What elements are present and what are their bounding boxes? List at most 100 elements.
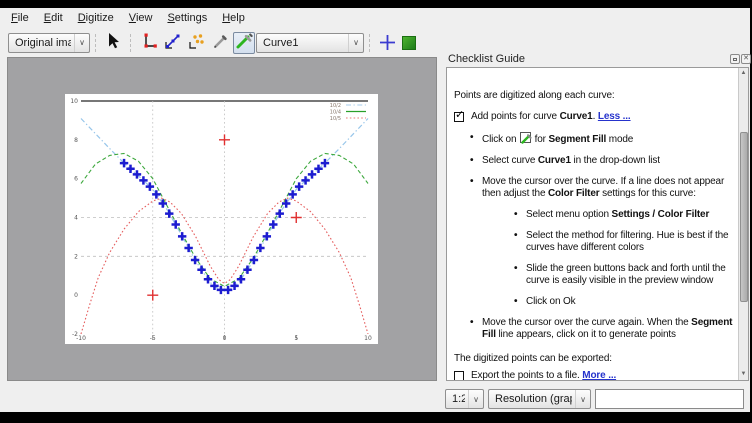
less-link[interactable]: Less ... <box>598 111 631 122</box>
chevron-down-icon: ∨ <box>348 34 363 52</box>
bullet: • <box>470 155 473 167</box>
y-tick-label: 0 <box>74 292 78 299</box>
chevron-down-icon: ∨ <box>575 390 590 408</box>
plot: 1086420-2-10-5051010/210/410/5 <box>65 94 378 344</box>
check-mark-icon: ✓ <box>455 109 464 121</box>
menu-file[interactable]: File <box>5 10 35 26</box>
checklist-item: •Select the method for filtering. Hue is… <box>454 230 733 254</box>
curve-points-icon <box>163 32 181 53</box>
bullet: • <box>470 317 473 329</box>
axis-points-icon <box>139 32 157 53</box>
point-match-icon <box>187 32 205 53</box>
resolution-select-value: Resolution (graph): <box>495 393 572 405</box>
more-link[interactable]: More ... <box>582 370 616 381</box>
digitized-point-marker <box>243 266 251 274</box>
x-tick-label: 5 <box>294 335 298 342</box>
digitized-point-marker <box>191 256 199 264</box>
bullet: • <box>514 263 517 275</box>
axis-point-tool-button[interactable] <box>137 32 159 54</box>
zoom-select[interactable]: 1:2 ∨ <box>445 389 484 409</box>
checklist-content: Points are digitized along each curve: ✓ A… <box>447 68 739 381</box>
toolbar-separator <box>369 34 370 52</box>
checklist-item: •Move the cursor over the curve. If a li… <box>454 176 733 200</box>
checklist-text: The digitized points can be exported: <box>454 353 612 364</box>
checklist-text: Settings / Color Filter <box>612 209 710 220</box>
bullet: • <box>470 176 473 188</box>
crosshair-icon <box>377 33 397 53</box>
checklist-text: Click on <box>482 134 519 145</box>
curve-select[interactable]: Curve1 ∨ <box>256 33 364 53</box>
checklist-item: Export the points to a file. More ... <box>454 370 733 381</box>
chevron-down-icon: ∨ <box>468 390 483 408</box>
checklist-item: The digitized points can be exported: <box>454 353 733 365</box>
checklist-item: ✓Add points for curve Curve1. Less ... <box>454 111 733 123</box>
y-tick-label: 6 <box>74 176 78 183</box>
segment-fill-icon <box>235 32 253 53</box>
scrollbar[interactable]: ▲ ▼ <box>738 68 748 380</box>
legend-label: 10/4 <box>330 110 341 116</box>
y-tick-label: 10 <box>70 98 78 105</box>
axis-point-marker <box>219 134 230 145</box>
checklist-text: Curve1 <box>560 111 593 122</box>
menu-settings[interactable]: Settings <box>161 10 213 26</box>
digitized-point-marker <box>288 190 296 198</box>
checkbox-checked[interactable]: ✓ <box>454 112 464 122</box>
color-picker-icon <box>211 32 229 53</box>
panel-title-bar: Checklist Guide ✕ <box>443 53 750 67</box>
checklist-text: for <box>532 134 548 145</box>
legend-label: 10/2 <box>330 103 341 109</box>
scroll-down-button[interactable]: ▼ <box>739 369 748 380</box>
cursor-arrow-icon <box>104 32 122 53</box>
checkbox-unchecked[interactable] <box>454 371 464 381</box>
checklist-text: Segment Fill <box>548 134 606 145</box>
graph-canvas[interactable]: 1086420-2-10-5051010/210/410/5 <box>7 57 437 381</box>
close-panel-button[interactable]: ✕ <box>741 54 751 64</box>
menu-view[interactable]: View <box>123 10 159 26</box>
y-tick-label: 4 <box>74 215 78 222</box>
segment-fill-tool-button[interactable] <box>233 32 255 54</box>
curve-point-tool-button[interactable] <box>161 32 183 54</box>
checklist-item: •Select menu option Settings / Color Fil… <box>454 209 733 221</box>
menu-edit[interactable]: Edit <box>38 10 69 26</box>
digitized-point-marker <box>237 275 245 283</box>
scroll-up-button[interactable]: ▲ <box>739 68 748 79</box>
checklist-text: Add points for curve <box>471 111 560 122</box>
digitized-point-marker <box>204 275 212 283</box>
menu-digitize[interactable]: Digitize <box>72 10 120 26</box>
digitized-point-marker <box>308 170 316 178</box>
select-tool-button[interactable] <box>102 32 124 54</box>
checklist-text: Select menu option <box>526 209 612 220</box>
checklist-item: • Click on Ok <box>454 296 733 308</box>
app-window: FileEditDigitizeViewSettingsHelp Origina… <box>0 8 750 412</box>
checklist-item: •Select curve Curve1 in the drop-down li… <box>454 155 733 167</box>
scroll-thumb[interactable] <box>740 132 748 302</box>
checklist-text: Move the cursor over the curve again. Wh… <box>482 317 691 328</box>
checklist-text: Select curve <box>482 155 538 166</box>
point-match-tool-button[interactable] <box>185 32 207 54</box>
legend-label: 10/5 <box>330 116 341 122</box>
curve-select-value: Curve1 <box>263 37 345 49</box>
menu-bar: FileEditDigitizeViewSettingsHelp <box>0 8 750 28</box>
color-picker-tool-button[interactable] <box>209 32 231 54</box>
float-panel-button[interactable] <box>730 54 740 64</box>
menu-help[interactable]: Help <box>216 10 251 26</box>
status-text-input[interactable] <box>595 389 744 409</box>
bullet: • <box>514 296 517 308</box>
checklist-item: • Move the cursor over the curve again. W… <box>454 317 733 341</box>
screen: FileEditDigitizeViewSettingsHelp Origina… <box>0 0 752 423</box>
x-tick-label: 10 <box>364 335 372 342</box>
digitized-point-marker <box>250 256 258 264</box>
digitized-point-marker <box>152 190 160 198</box>
panel-title: Checklist Guide <box>448 53 525 65</box>
checklist-text: Points are digitized along each curve: <box>454 90 615 101</box>
checklist-text: mode <box>606 134 633 145</box>
checklist-text: Click on Ok <box>526 296 575 307</box>
x-tick-label: -5 <box>150 335 156 342</box>
checklist-item: •Slide the green buttons back and forth … <box>454 263 733 287</box>
background-select[interactable]: Original image ∨ <box>8 33 90 53</box>
bullet: • <box>470 132 473 144</box>
resolution-select[interactable]: Resolution (graph): ∨ <box>488 389 591 409</box>
axis-point-marker <box>291 212 302 223</box>
graph-image[interactable]: 1086420-2-10-5051010/210/410/5 <box>65 94 378 344</box>
bullet: • <box>514 230 517 242</box>
